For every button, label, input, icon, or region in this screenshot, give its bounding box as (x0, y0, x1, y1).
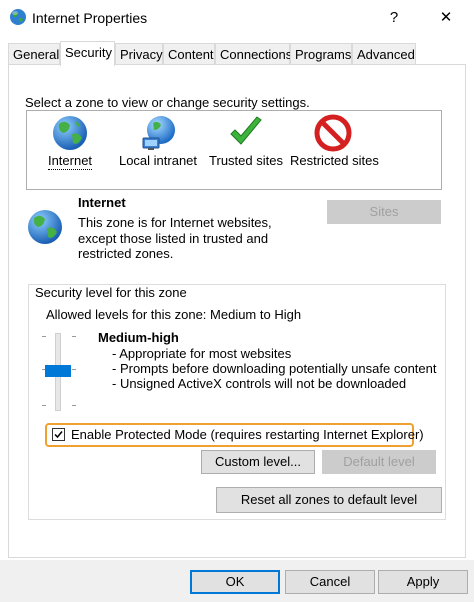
slider-tick (42, 405, 46, 406)
globe-icon (51, 114, 89, 155)
zone-trusted-sites[interactable]: Trusted sites (206, 112, 286, 184)
zone-description-line-3: restricted zones. (78, 246, 174, 261)
custom-level-button[interactable]: Custom level... (201, 450, 315, 474)
no-entry-icon (314, 114, 352, 155)
tab-general[interactable]: General (8, 43, 60, 64)
slider-thumb[interactable] (45, 365, 71, 377)
ok-button[interactable]: OK (190, 570, 280, 594)
slider-tick (72, 405, 76, 406)
zone-restricted-sites[interactable]: Restricted sites (290, 112, 379, 184)
apply-button[interactable]: Apply (378, 570, 468, 594)
zone-description-line-2: except those listed in trusted and (78, 231, 269, 246)
slider-tick (72, 336, 76, 337)
zone-description-line-1: This zone is for Internet websites, (78, 215, 272, 230)
selected-zone-name: Internet (78, 195, 126, 210)
tab-privacy[interactable]: Privacy (115, 43, 163, 64)
slider-tick (42, 336, 46, 337)
checkbox-check-icon (54, 431, 63, 439)
checkmark-icon (227, 114, 265, 155)
security-level-name: Medium-high (98, 330, 179, 345)
zone-label-trusted-sites: Trusted sites (209, 153, 283, 168)
zone-internet[interactable]: Internet (40, 112, 100, 184)
zone-label-local-intranet: Local intranet (118, 153, 198, 168)
tab-connections[interactable]: Connections (215, 43, 292, 64)
level-bullet-1: - Appropriate for most websites (112, 346, 292, 361)
selected-zone-globe-icon (26, 208, 64, 249)
protected-mode-checkbox[interactable] (52, 428, 65, 441)
window-title: Internet Properties (32, 10, 148, 26)
app-globe-icon (9, 8, 27, 26)
cancel-button[interactable]: Cancel (285, 570, 375, 594)
security-level-group-title: Security level for this zone (32, 285, 190, 300)
network-globe-icon (140, 114, 178, 155)
sites-button[interactable]: Sites (327, 200, 441, 224)
security-level-slider[interactable] (40, 333, 80, 413)
zone-label-internet: Internet (47, 153, 93, 168)
default-level-button[interactable]: Default level (322, 450, 436, 474)
close-icon[interactable]: ✕ (428, 4, 464, 32)
tab-advanced[interactable]: Advanced (352, 43, 416, 64)
level-bullet-2: - Prompts before downloading potentially… (112, 361, 437, 376)
help-button[interactable]: ? (376, 4, 412, 32)
zone-local-intranet[interactable]: Local intranet (116, 112, 200, 184)
zone-label-restricted-sites: Restricted sites (290, 153, 379, 168)
level-bullet-3: - Unsigned ActiveX controls will not be … (112, 376, 407, 391)
allowed-levels-text: Allowed levels for this zone: Medium to … (46, 307, 302, 322)
tab-programs[interactable]: Programs (290, 43, 352, 64)
protected-mode-label[interactable]: Enable Protected Mode (requires restarti… (71, 427, 424, 442)
zone-prompt: Select a zone to view or change security… (25, 95, 310, 110)
reset-all-zones-button[interactable]: Reset all zones to default level (216, 487, 442, 513)
zone-selection-underline (48, 169, 92, 170)
slider-tick (72, 369, 76, 370)
tab-content[interactable]: Content (163, 43, 215, 64)
tab-security[interactable]: Security (60, 41, 115, 66)
